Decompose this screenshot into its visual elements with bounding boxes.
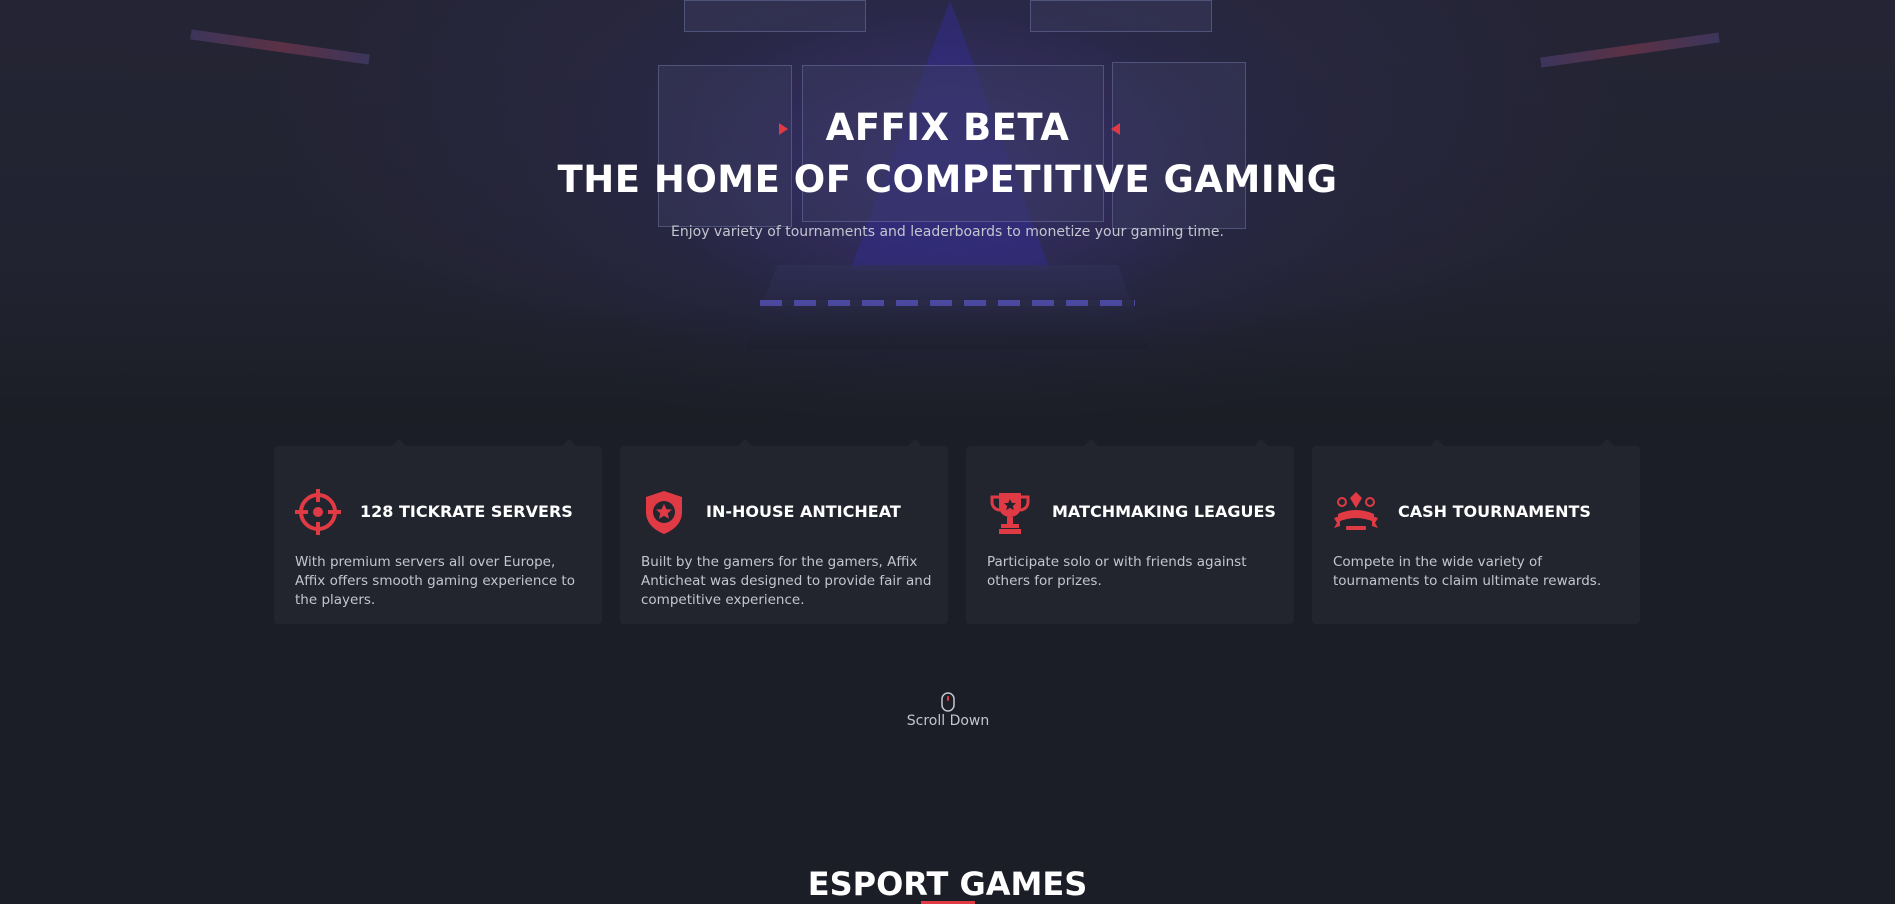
feature-card-tournaments: CASH TOURNAMENTS Compete in the wide var… xyxy=(1312,439,1640,624)
feature-card-anticheat: IN-HOUSE ANTICHEAT Built by the gamers f… xyxy=(620,439,948,624)
hero-headline: THE HOME OF COMPETITIVE GAMING xyxy=(557,158,1338,201)
feature-title: MATCHMAKING LEAGUES xyxy=(1052,502,1276,521)
scroll-down-button[interactable]: Scroll Down xyxy=(887,692,1009,729)
arena-screen-top-left xyxy=(684,0,866,32)
hero-fade xyxy=(0,300,1895,460)
feature-description: Built by the gamers for the gamers, Affi… xyxy=(641,554,932,608)
feature-description: Compete in the wide variety of tournamen… xyxy=(1333,554,1602,589)
hero-title: AFFIX BETA xyxy=(825,106,1070,149)
feature-title: IN-HOUSE ANTICHEAT xyxy=(706,502,901,521)
mouse-icon xyxy=(941,692,955,712)
crosshair-icon xyxy=(295,489,341,535)
section-title-esport-games: ESPORT GAMES xyxy=(807,865,1088,903)
hero-subtitle: Enjoy variety of tournaments and leaderb… xyxy=(671,224,1224,240)
feature-card-servers: 128 TICKRATE SERVERS With premium server… xyxy=(274,439,602,624)
feature-description: With premium servers all over Europe, Af… xyxy=(295,554,575,608)
feature-title: CASH TOURNAMENTS xyxy=(1398,502,1591,521)
shield-star-icon xyxy=(646,491,682,534)
trophy-icon xyxy=(990,493,1030,534)
arena-banner-left xyxy=(190,29,370,65)
feature-card-leagues: MATCHMAKING LEAGUES Participate solo or … xyxy=(966,439,1294,624)
arena-banner-right xyxy=(1540,32,1720,68)
scroll-down-label: Scroll Down xyxy=(906,713,990,729)
arena-screen-top-right xyxy=(1030,0,1212,32)
feature-description: Participate solo or with friends against… xyxy=(987,554,1247,589)
cash-badge-icon xyxy=(1334,492,1378,530)
feature-title: 128 TICKRATE SERVERS xyxy=(360,502,573,521)
